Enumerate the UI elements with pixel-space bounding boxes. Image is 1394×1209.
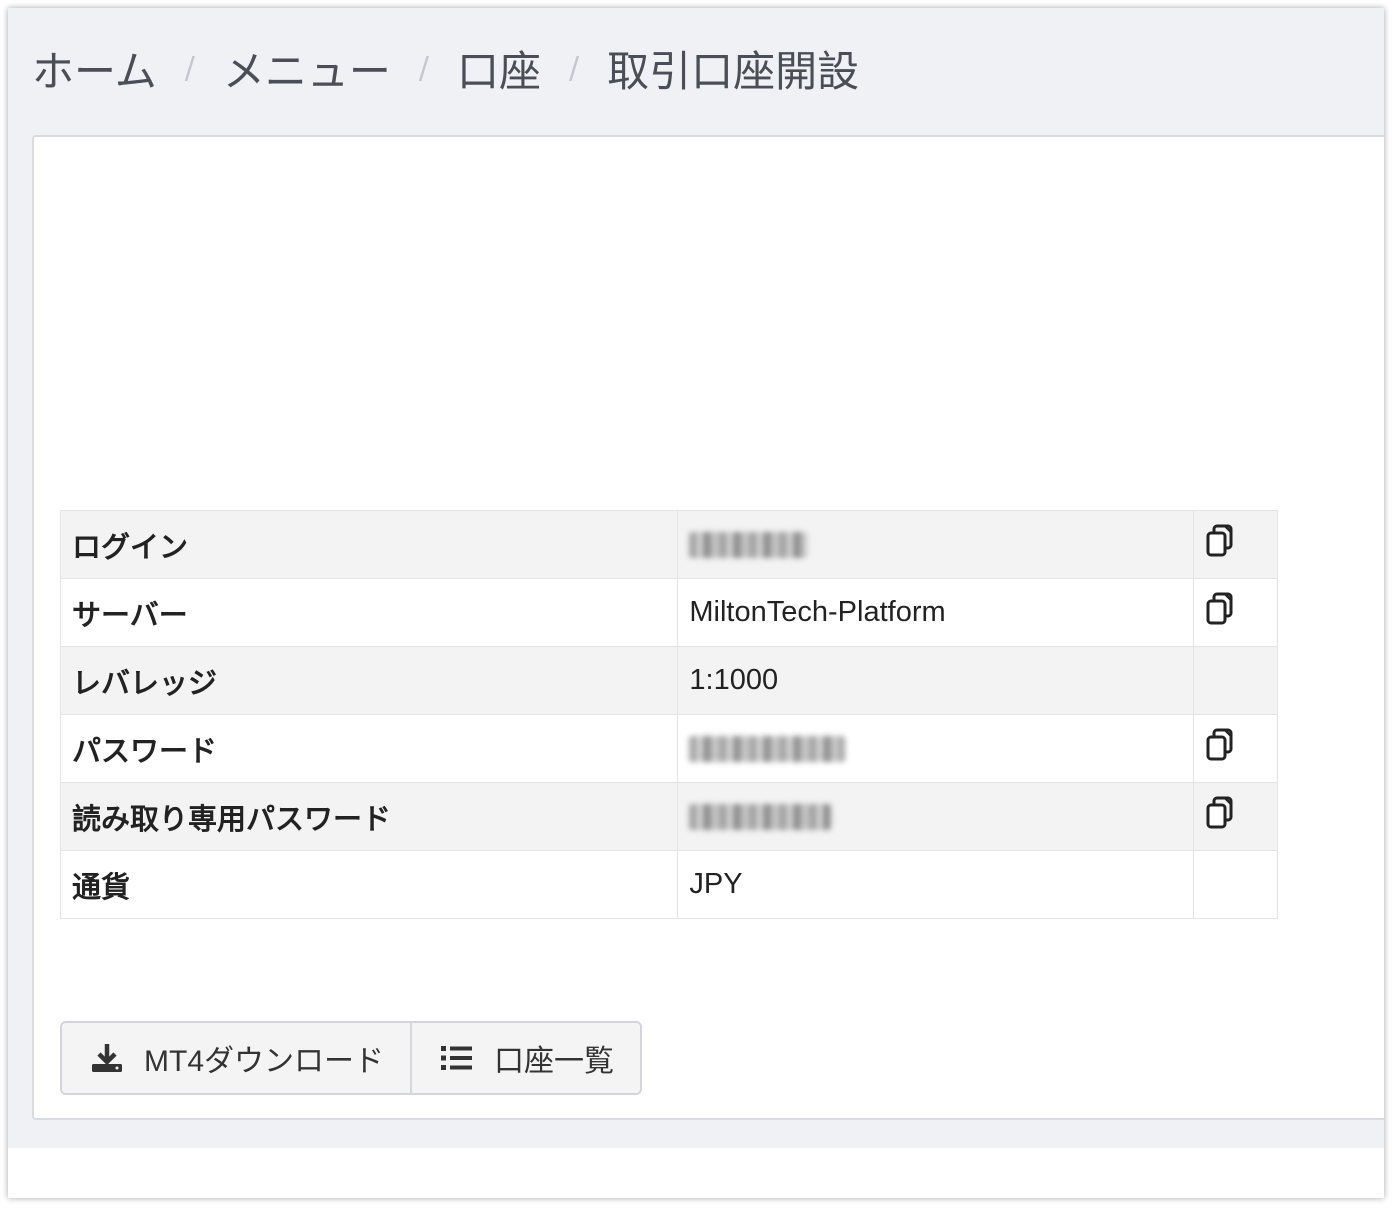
empty-cell — [1193, 850, 1278, 919]
table-row: サーバー MiltonTech-Platform — [59, 578, 1278, 647]
breadcrumb-separator: / — [569, 50, 580, 86]
table-row: 読み取り専用パスワード — [59, 782, 1278, 851]
copy-icon[interactable] — [1205, 524, 1237, 565]
breadcrumb-menu[interactable]: メニュー — [223, 38, 391, 99]
download-icon — [90, 1042, 124, 1074]
copy-cell — [1193, 782, 1278, 851]
table-row: 通貨 JPY — [59, 850, 1278, 919]
account-info-table: ログイン サーバー MiltonTech-Platform レバレッジ 1:10… — [59, 510, 1278, 919]
copy-cell — [1193, 578, 1278, 647]
breadcrumb-home[interactable]: ホーム — [32, 38, 157, 99]
account-list-label: 口座一覧 — [494, 1044, 614, 1079]
server-value: MiltonTech-Platform — [677, 578, 1195, 647]
breadcrumb-separator: / — [418, 50, 429, 86]
server-label: サーバー — [59, 578, 679, 647]
action-button-group: MT4ダウンロード 口座一覧 — [60, 1021, 642, 1095]
copy-icon[interactable] — [1205, 796, 1237, 837]
redacted-value — [689, 804, 832, 831]
copy-cell — [1193, 510, 1278, 579]
breadcrumb: ホーム / メニュー / 口座 / 取引口座開設 — [32, 38, 859, 98]
table-row: レバレッジ 1:1000 — [59, 646, 1278, 715]
login-label: ログイン — [59, 510, 679, 579]
currency-value: JPY — [677, 850, 1195, 919]
empty-cell — [1193, 646, 1278, 715]
list-icon — [440, 1044, 474, 1072]
page-frame: ホーム / メニュー / 口座 / 取引口座開設 ログイン サーバー Milto… — [8, 8, 1384, 1198]
table-row: パスワード — [59, 714, 1278, 783]
redacted-value — [689, 736, 846, 763]
account-card: ログイン サーバー MiltonTech-Platform レバレッジ 1:10… — [32, 135, 1384, 1120]
login-value — [677, 510, 1195, 579]
footer-area — [8, 1148, 1384, 1198]
mt4-download-label: MT4ダウンロード — [144, 1045, 384, 1078]
copy-icon[interactable] — [1205, 728, 1237, 769]
redacted-value — [689, 532, 808, 559]
breadcrumb-current-page: 取引口座開設 — [607, 46, 860, 96]
password-value — [677, 714, 1195, 783]
leverage-value: 1:1000 — [677, 646, 1195, 715]
copy-icon[interactable] — [1205, 592, 1237, 633]
password-label: パスワード — [59, 714, 679, 783]
breadcrumb-account[interactable]: 口座 — [457, 38, 541, 99]
leverage-label: レバレッジ — [59, 646, 679, 715]
account-list-button[interactable]: 口座一覧 — [410, 1023, 640, 1093]
copy-cell — [1193, 714, 1278, 783]
currency-label: 通貨 — [59, 850, 679, 919]
breadcrumb-separator: / — [184, 50, 195, 86]
readonly-password-label: 読み取り専用パスワード — [59, 782, 679, 851]
mt4-download-button[interactable]: MT4ダウンロード — [62, 1023, 410, 1093]
table-row: ログイン — [59, 510, 1278, 579]
readonly-password-value — [677, 782, 1195, 851]
